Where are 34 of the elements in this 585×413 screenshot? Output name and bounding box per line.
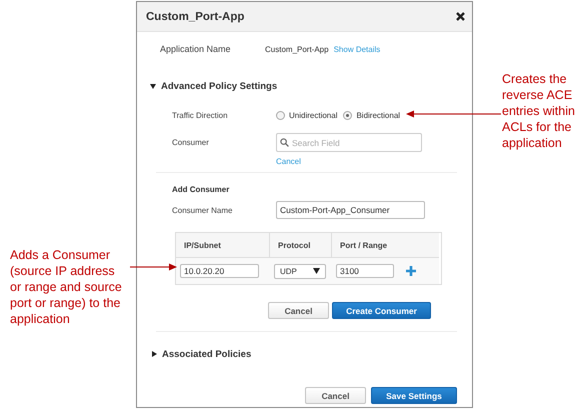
section-title[interactable]: Advanced Policy Settings xyxy=(161,80,278,92)
create-button[interactable]: Create Consumer xyxy=(332,302,431,319)
save-button[interactable]: Save Settings xyxy=(371,387,457,404)
input-field[interactable]: 10.0.20.20 xyxy=(180,264,259,278)
radio-button[interactable] xyxy=(343,110,352,120)
caret-icon[interactable] xyxy=(150,84,156,88)
protocol-select[interactable]: UDP xyxy=(274,264,326,278)
column-header: IP/Subnet xyxy=(176,233,270,258)
close-icon[interactable] xyxy=(456,12,465,21)
subsection-title: Add Consumer xyxy=(172,184,230,194)
annotation-text: Adds a Consumer (source IP address or range and source port or range) to the application xyxy=(10,247,123,327)
field-label: Application Name xyxy=(160,44,232,54)
text-field[interactable]: Custom-Port-App_Consumer xyxy=(276,201,425,219)
field-value: Custom_Port-App xyxy=(265,44,329,54)
radio-option[interactable]: Unidirectional xyxy=(276,110,338,120)
caret-icon[interactable] xyxy=(152,351,157,357)
field-label: Consumer xyxy=(172,138,210,147)
field-label: Consumer Name xyxy=(172,206,234,214)
dropdown-icon xyxy=(313,268,320,274)
column-header: Protocol xyxy=(270,233,332,258)
section-title[interactable]: Associated Policies xyxy=(162,348,252,360)
cancel-button[interactable]: Cancel xyxy=(305,387,366,404)
plus-icon[interactable] xyxy=(406,266,416,276)
input-field[interactable]: 3100 xyxy=(336,264,394,278)
radio-option[interactable]: Bidirectional xyxy=(343,110,400,120)
pointer-arrow xyxy=(130,264,177,270)
search-icon xyxy=(280,138,289,147)
radio-button[interactable] xyxy=(276,110,285,120)
search-field[interactable]: Search Field xyxy=(276,133,422,152)
cancel-button[interactable]: Cancel xyxy=(268,302,329,319)
column-header: Port / Range xyxy=(332,233,439,258)
annotation-text: Creates the reverse ACE entries within ACLs for the application xyxy=(502,71,576,151)
dialog-title: Custom_Port-App xyxy=(146,10,244,22)
field-label: Traffic Direction xyxy=(172,110,229,120)
